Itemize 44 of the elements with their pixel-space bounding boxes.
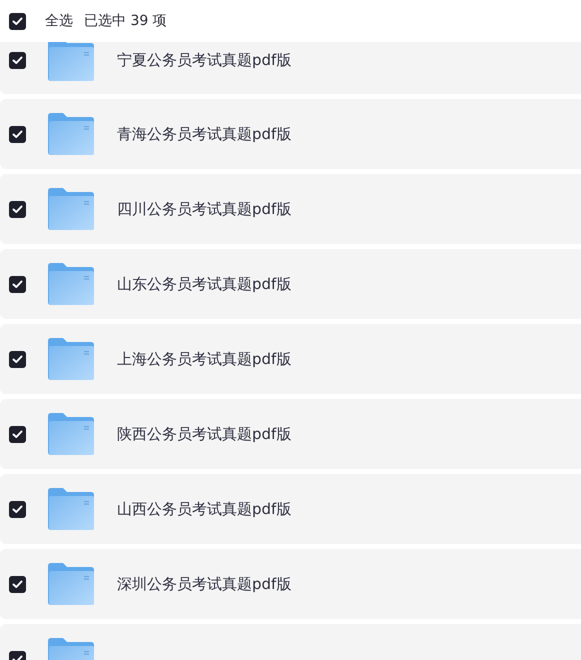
checkbox[interactable] xyxy=(9,350,26,368)
file-name: 陕西公务员考试真题pdf版 xyxy=(117,424,292,444)
check-icon xyxy=(12,130,23,138)
checkbox[interactable] xyxy=(9,576,26,592)
file-row[interactable]: 陕西公务员考试真题pdf版 xyxy=(0,399,581,469)
check-icon xyxy=(12,16,23,26)
check-icon xyxy=(12,504,23,514)
checkbox[interactable] xyxy=(9,126,26,142)
checkbox[interactable] xyxy=(9,276,26,292)
folder-icon xyxy=(48,413,94,455)
folder-icon xyxy=(48,113,94,155)
checkbox[interactable] xyxy=(9,52,26,68)
select-all-label[interactable]: 全选 xyxy=(45,12,73,30)
check-icon xyxy=(12,204,23,214)
folder-icon xyxy=(48,563,94,605)
folder-icon xyxy=(48,338,94,380)
folder-icon xyxy=(48,488,94,530)
file-name: 四川公务员考试真题pdf版 xyxy=(117,200,292,218)
file-name: 山东公务员考试真题pdf版 xyxy=(117,274,292,294)
check-icon xyxy=(12,580,23,588)
checkbox[interactable] xyxy=(9,426,26,442)
file-name: 青海公务员考试真题pdf版 xyxy=(117,124,292,144)
checkbox[interactable] xyxy=(9,500,26,518)
file-row[interactable]: 深圳公务员考试真题pdf版 xyxy=(0,549,581,619)
folder-icon xyxy=(48,263,94,305)
checkbox[interactable] xyxy=(9,200,26,218)
selection-count: 已选中 39 项 xyxy=(84,12,167,30)
file-row[interactable]: 四川公务员考试真题pdf版 xyxy=(0,174,581,244)
folder-icon xyxy=(48,188,94,230)
folder-icon xyxy=(48,42,94,81)
file-row[interactable]: 山东公务员考试真题pdf版 xyxy=(0,249,581,319)
file-name: 宁夏公务员考试真题pdf版 xyxy=(117,50,292,70)
file-name: 上海公务员考试真题pdf版 xyxy=(117,350,292,368)
file-row[interactable]: 上海公务员考试真题pdf版 xyxy=(0,324,581,394)
file-name: 山西公务员考试真题pdf版 xyxy=(117,500,292,518)
check-icon xyxy=(12,56,23,64)
file-row[interactable]: 青海公务员考试真题pdf版 xyxy=(0,99,581,169)
checkbox[interactable] xyxy=(9,12,26,30)
file-row[interactable]: 山西公务员考试真题pdf版 xyxy=(0,474,581,544)
file-name: 深圳公务员考试真题pdf版 xyxy=(117,574,292,594)
check-icon xyxy=(12,280,23,288)
file-row[interactable]: 宁夏公务员考试真题pdf版 xyxy=(0,42,581,94)
check-icon xyxy=(12,430,23,438)
check-icon xyxy=(12,354,23,364)
